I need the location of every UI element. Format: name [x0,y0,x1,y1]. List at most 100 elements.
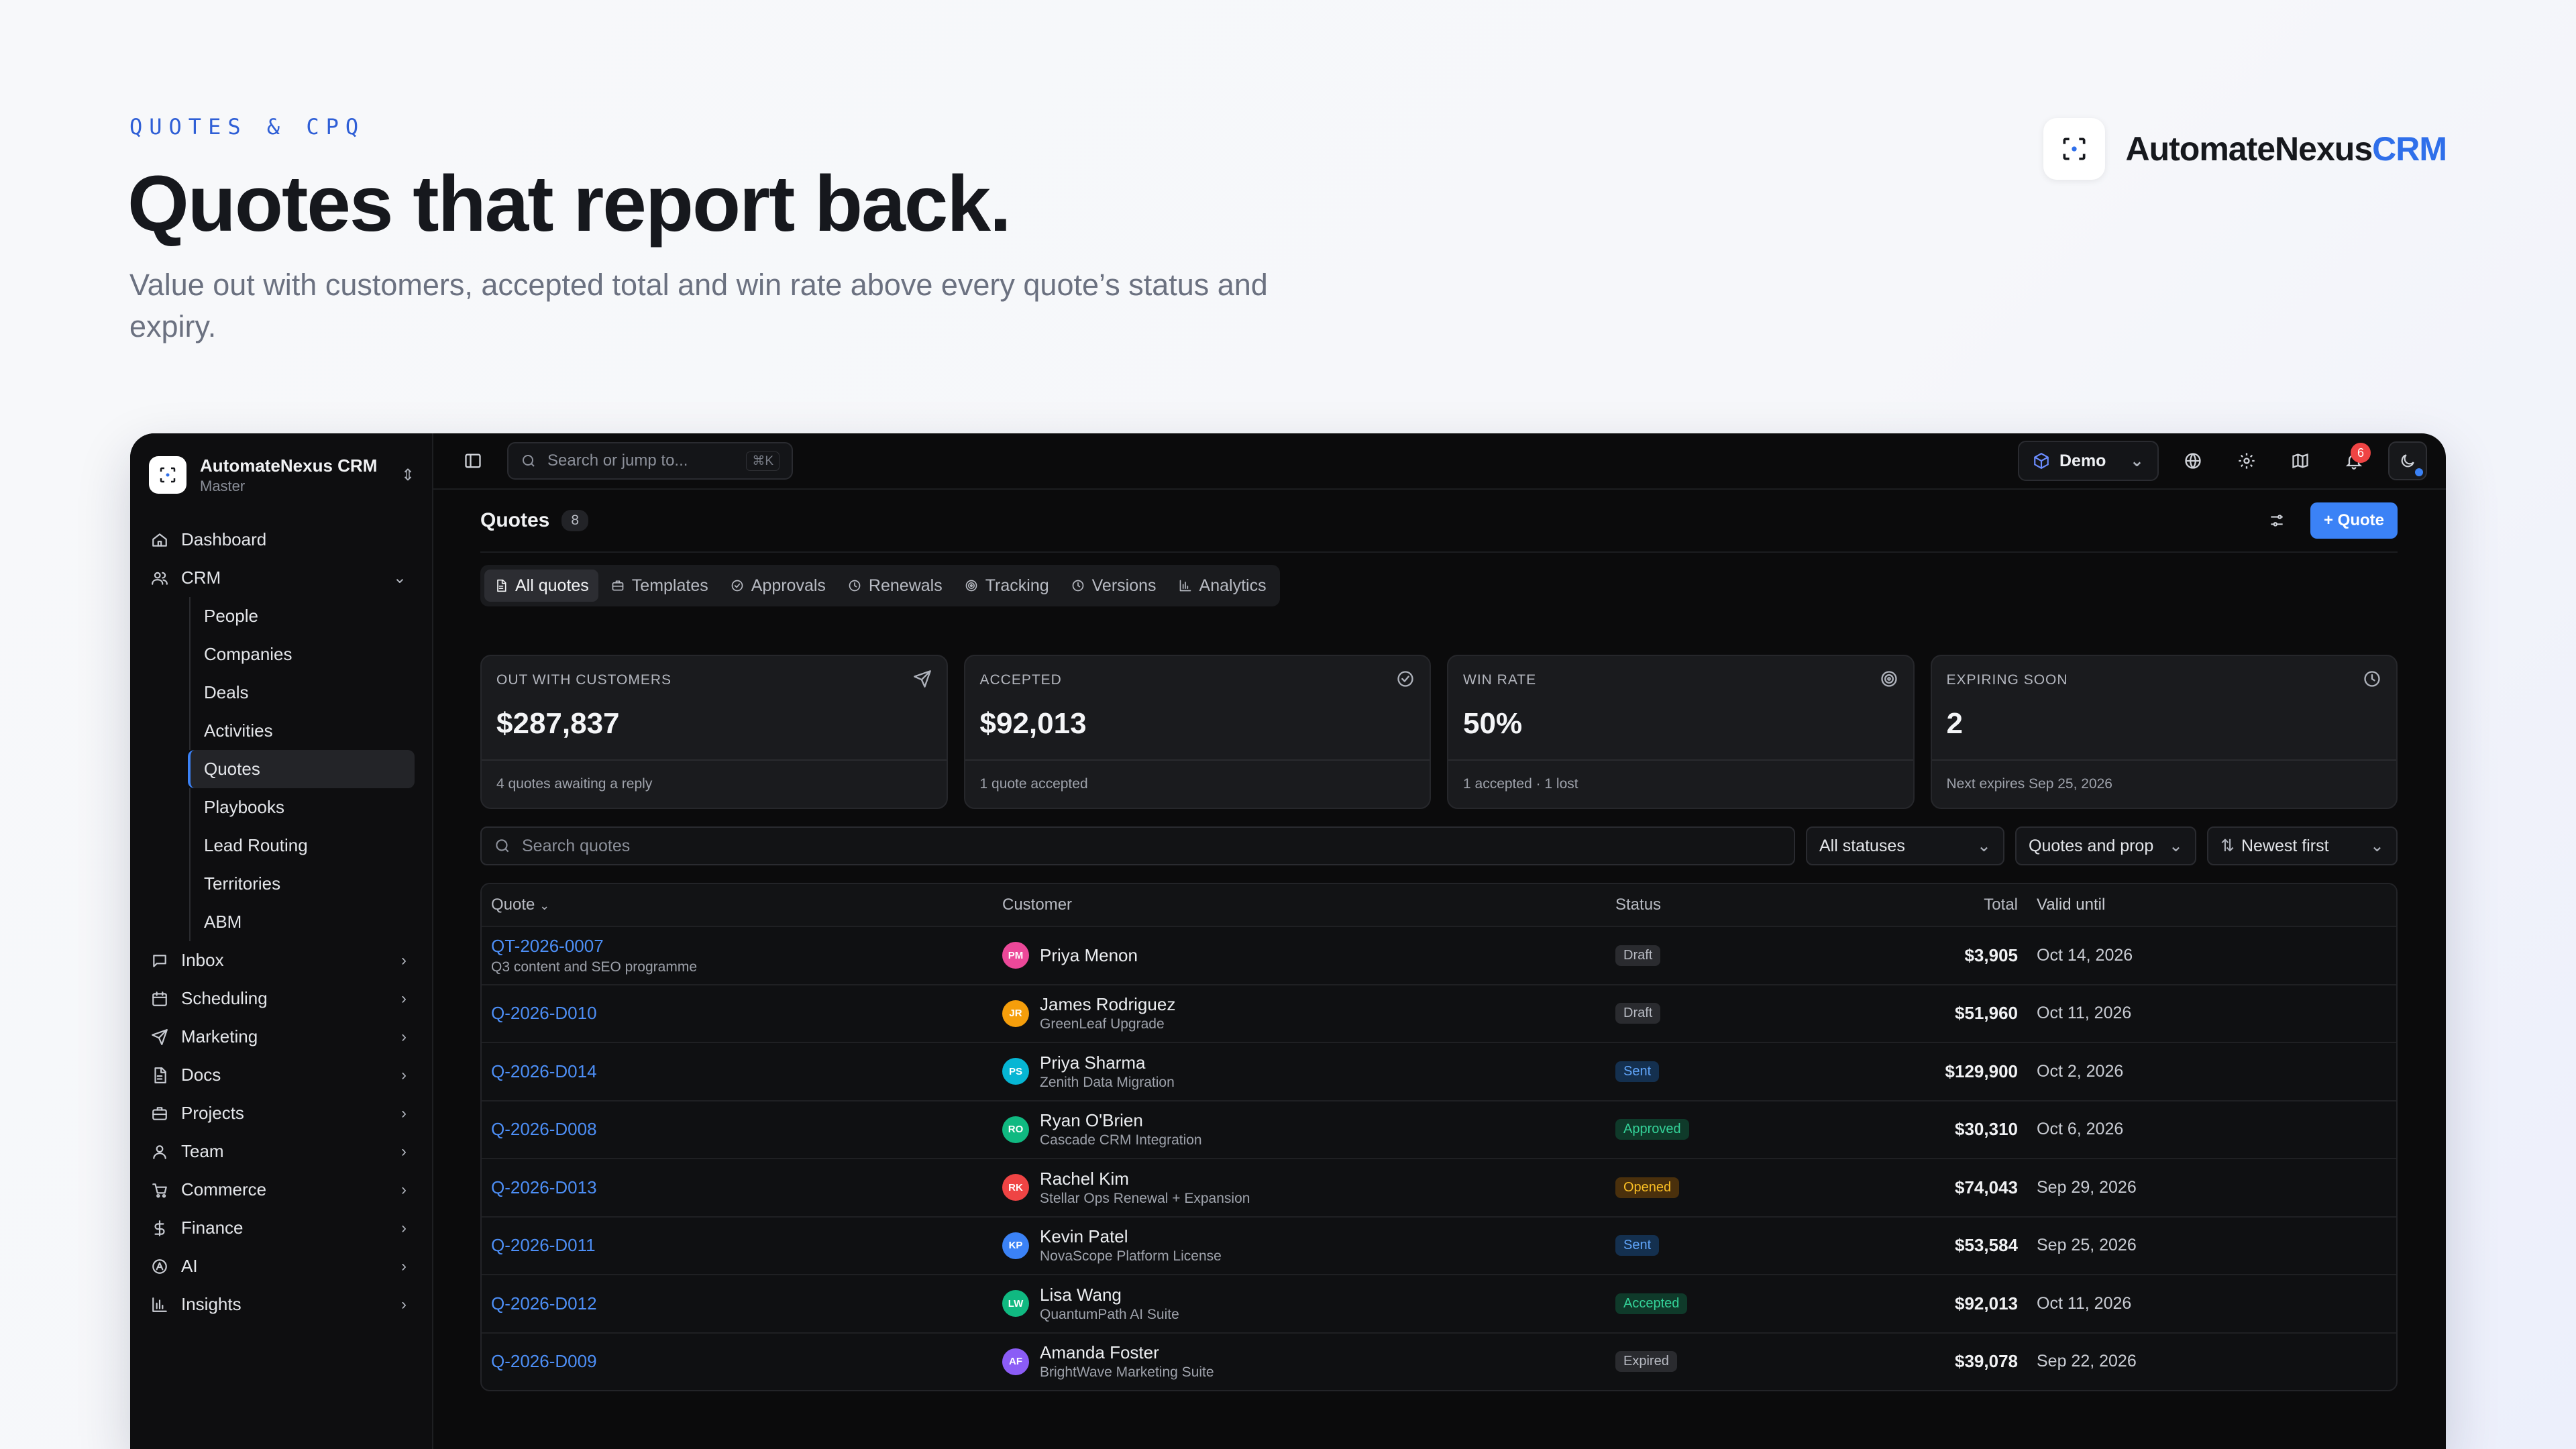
sidebar-item-label: Finance [181,1218,244,1238]
workspace-select[interactable]: Demo ⌄ [2018,441,2159,481]
quote-id-link[interactable]: Q-2026-D010 [491,1003,1002,1024]
refresh-icon [847,578,862,593]
quote-total: $3,905 [1964,945,2018,965]
sidebar-item-projects[interactable]: Projects › [149,1094,415,1132]
sidebar-item-ai[interactable]: AI › [149,1247,415,1285]
chevron-right-icon: › [401,1104,407,1122]
quote-id-link[interactable]: Q-2026-D008 [491,1119,1002,1140]
table-row[interactable]: Q-2026-D008 RO Ryan O'Brien Cascade CRM Int… [482,1099,2396,1159]
quote-id-link[interactable]: Q-2026-D014 [491,1061,1002,1082]
table-row[interactable]: Q-2026-D012 LW Lisa Wang QuantumPath AI Sui… [482,1274,2396,1332]
quote-total: $51,960 [1955,1003,2018,1024]
chart-icon [150,1295,169,1314]
table-row[interactable]: QT-2026-0007 Q3 content and SEO programme… [482,926,2396,984]
gear-icon[interactable] [2227,441,2266,480]
check-circle-icon [1396,669,1415,692]
sidebar-item-insights[interactable]: Insights › [149,1285,415,1324]
quote-id-link[interactable]: Q-2026-D013 [491,1177,1002,1198]
quote-id-link[interactable]: Q-2026-D012 [491,1293,1002,1314]
workspace-switcher[interactable]: AutomateNexus CRM Master ⇕ [149,448,415,502]
quote-search-input[interactable]: Search quotes [480,826,1795,865]
map-icon[interactable] [2281,441,2320,480]
sidebar-subitem-lead-routing[interactable]: Lead Routing [189,826,415,865]
sidebar-subitem-playbooks[interactable]: Playbooks [189,788,415,826]
avatar: AF [1002,1348,1029,1375]
quote-subtitle: Q3 content and SEO programme [491,959,697,975]
quote-id-link[interactable]: Q-2026-D009 [491,1351,1002,1372]
quote-count-badge: 8 [561,510,589,531]
tab-analytics[interactable]: Analytics [1169,570,1276,602]
sliders-icon[interactable] [2262,506,2292,535]
sidebar-item-label: Inbox [181,950,224,970]
table-row[interactable]: Q-2026-D010 JR James Rodriguez GreenLeaf Up… [482,983,2396,1042]
kpi-value: 50% [1463,707,1523,740]
sidebar-item-label: Commerce [181,1179,267,1199]
column-header-total: Total [1984,896,2018,914]
moon-icon[interactable] [2388,441,2427,480]
sidebar-item-marketing[interactable]: Marketing › [149,1018,415,1056]
sidebar-item-crm[interactable]: CRM ⌄ [149,559,415,597]
table-row[interactable]: Q-2026-D013 RK Rachel Kim Stellar Ops Renew… [482,1158,2396,1216]
kpi-label: EXPIRING SOON [1946,672,2068,688]
kpi-footnote: 4 quotes awaiting a reply [482,759,947,808]
sidebar-item-scheduling[interactable]: Scheduling › [149,979,415,1018]
tab-all-quotes[interactable]: All quotes [484,570,598,602]
kpi-footnote: Next expires Sep 25, 2026 [1931,759,2396,808]
customer-name: Amanda Foster [1040,1342,1159,1363]
sidebar-subitem-territories[interactable]: Territories [189,865,415,903]
send-icon [913,669,932,692]
brand-name: AutomateNexusCRM [2125,130,2447,168]
customer-name: Priya Menon [1040,945,1138,965]
valid-until: Oct 6, 2026 [2037,1120,2124,1139]
sidebar-item-commerce[interactable]: Commerce › [149,1171,415,1209]
kpi-footnote: 1 accepted · 1 lost [1448,759,1913,808]
new-quote-button[interactable]: + Quote [2310,502,2398,539]
sidebar-subitem-companies[interactable]: Companies [189,635,415,674]
globe-icon[interactable] [2174,441,2212,480]
scope-filter-select[interactable]: Quotes and prop ⌄ [2015,826,2196,865]
sidebar-subitem-deals[interactable]: Deals [189,674,415,712]
table-row[interactable]: Q-2026-D011 KP Kevin Patel NovaScope Platfo… [482,1216,2396,1275]
kpi-footnote: 1 quote accepted [965,759,1430,808]
ai-icon [150,1257,169,1276]
column-header-valid-until: Valid until [2037,896,2106,914]
tab-tracking[interactable]: Tracking [955,570,1059,602]
sidebar-toggle-icon[interactable] [453,441,492,480]
tab-templates[interactable]: Templates [601,570,718,602]
bell-icon[interactable]: 6 [2334,441,2373,480]
cart-icon [150,1181,169,1199]
sidebar-item-dashboard[interactable]: Dashboard [149,521,415,559]
target-icon [1880,669,1898,692]
quote-id-link[interactable]: QT-2026-0007 [491,936,1002,957]
sidebar-subitem-people[interactable]: People [189,597,415,635]
sort-caret-icon: ⌄ [539,899,550,912]
sidebar-item-docs[interactable]: Docs › [149,1056,415,1094]
sidebar-subitem-quotes[interactable]: Quotes [188,750,415,788]
tab-renewals[interactable]: Renewals [838,570,952,602]
clock-icon [2363,669,2381,692]
avatar: LW [1002,1290,1029,1318]
chevron-right-icon: › [401,1027,407,1046]
template-icon [610,578,625,593]
column-header-status: Status [1615,896,1662,914]
avatar: KP [1002,1232,1029,1259]
sort-label: Newest first [2241,836,2329,855]
tab-versions[interactable]: Versions [1061,570,1166,602]
global-search-input[interactable]: Search or jump to... ⌘K [507,442,793,480]
sidebar-item-inbox[interactable]: Inbox › [149,941,415,979]
page-headline: Quotes that report back. [127,160,1012,248]
sidebar-item-finance[interactable]: Finance › [149,1209,415,1247]
table-row[interactable]: Q-2026-D014 PS Priya Sharma Zenith Data Mig… [482,1042,2396,1100]
sidebar-subitem-abm[interactable]: ABM [189,903,415,941]
kpi-label: WIN RATE [1463,672,1537,688]
table-row[interactable]: Q-2026-D009 AF Amanda Foster BrightWave Mar… [482,1332,2396,1391]
sidebar-subitem-activities[interactable]: Activities [189,712,415,750]
sidebar-item-team[interactable]: Team › [149,1132,415,1171]
column-header-quote[interactable]: Quote ⌄ [482,896,1002,914]
sort-select[interactable]: ⇅ Newest first ⌄ [2207,826,2398,865]
quote-id-link[interactable]: Q-2026-D011 [491,1235,1002,1256]
tab-approvals[interactable]: Approvals [720,570,835,602]
eyebrow-label: QUOTES & CPQ [129,114,366,140]
status-filter-select[interactable]: All statuses ⌄ [1806,826,2004,865]
chevron-down-icon: ⌄ [392,569,407,587]
